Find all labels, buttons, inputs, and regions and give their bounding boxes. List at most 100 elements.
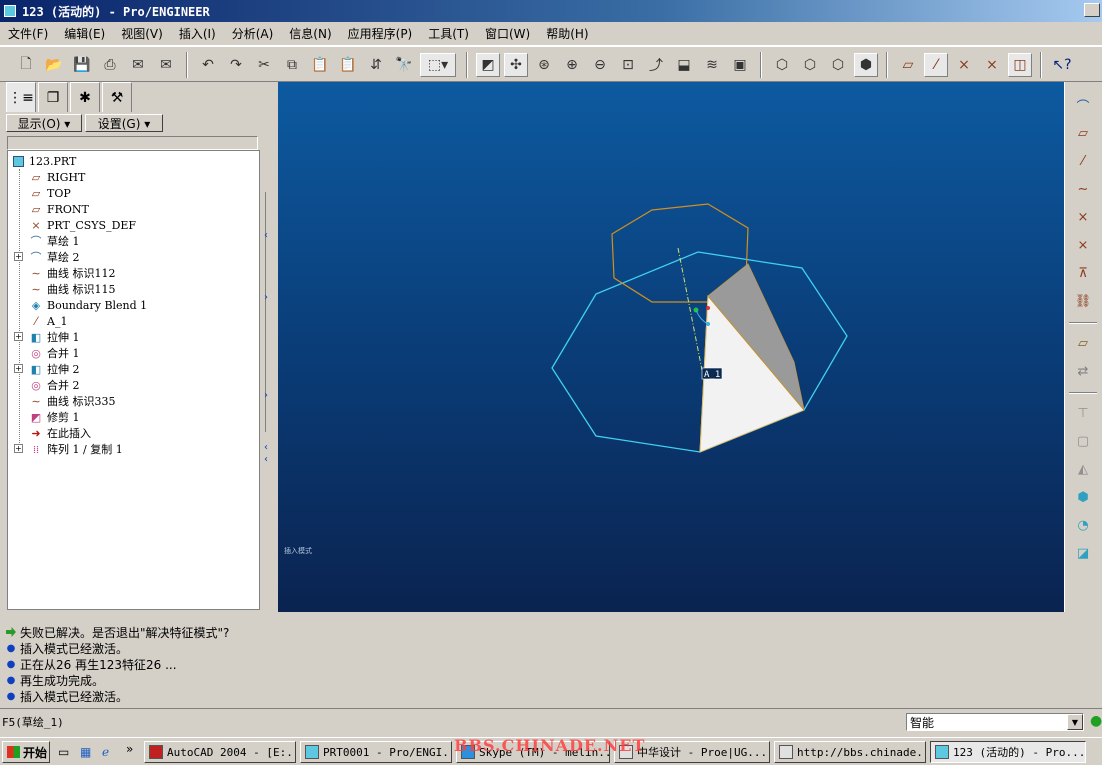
tree-item-merge-1[interactable]: ◎ 合并 1 [28, 345, 79, 361]
paste-icon[interactable]: 📋 [308, 53, 332, 77]
tree-item-curve-112[interactable]: ∼ 曲线 标识112 [28, 265, 115, 281]
tree-item-sketch-2[interactable]: ⌒ 草绘 2 [28, 249, 80, 265]
menu-analysis[interactable]: 分析(A) [232, 25, 274, 42]
no-hidden-icon[interactable]: ⬡ [826, 53, 850, 77]
task-prt0001[interactable]: PRT0001 - Pro/ENGI... [300, 741, 452, 763]
sketch-tool-icon[interactable]: ⌒ [1071, 94, 1095, 116]
task-autocad[interactable]: AutoCAD 2004 - [E:... [144, 741, 296, 763]
hidden-line-icon[interactable]: ⬡ [798, 53, 822, 77]
tree-item-curve-335[interactable]: ∼ 曲线 标识335 [28, 393, 115, 409]
datum-curve-tool-icon[interactable]: ∼ [1071, 178, 1095, 200]
save-icon[interactable]: 💾 [70, 53, 94, 77]
menu-info[interactable]: 信息(N) [289, 25, 331, 42]
selection-box-icon[interactable]: ⬚▾ [420, 53, 456, 77]
paste-special-icon[interactable]: 📋 [336, 53, 360, 77]
layers-icon[interactable]: ≋ [700, 53, 724, 77]
expand-arrow-icon[interactable]: › [264, 292, 268, 303]
expand-extrude-1[interactable]: + [14, 332, 23, 341]
datum-point-tool-icon[interactable]: × [1071, 206, 1095, 228]
selection-filter-select[interactable]: 智能 ▼ [906, 713, 1084, 731]
repaint-icon[interactable]: ◩ [476, 53, 500, 77]
datum-plane-tool-icon[interactable]: ▱ [1071, 122, 1095, 144]
show-desktop-icon[interactable]: ▭ [58, 745, 72, 759]
model-view[interactable]: A_1 [278, 82, 1064, 612]
saved-views-icon[interactable]: ⬓ [672, 53, 696, 77]
start-button[interactable]: 开始 [2, 741, 50, 763]
copy-icon[interactable]: ⧉ [280, 53, 304, 77]
task-pro-engineer-active[interactable]: 123 (活动的) - Pro... [930, 741, 1086, 763]
find-icon[interactable]: 🔭 [392, 53, 416, 77]
print-icon[interactable]: ⎙ [98, 53, 122, 77]
datum-axis-tool-icon[interactable]: ⁄ [1071, 150, 1095, 172]
menu-applications[interactable]: 应用程序(P) [348, 25, 413, 42]
minimize-button[interactable] [1084, 3, 1100, 17]
tree-item-extrude-2[interactable]: ◧ 拉伸 2 [28, 361, 80, 377]
traffic-light-icon[interactable]: ● [1090, 713, 1102, 729]
context-help-icon[interactable]: ↖? [1050, 53, 1074, 77]
analysis-tool-icon[interactable]: ⊼ [1071, 262, 1095, 284]
menu-window[interactable]: 窗口(W) [485, 25, 530, 42]
undo-icon[interactable]: ↶ [196, 53, 220, 77]
expand-arrow-icon[interactable]: › [264, 390, 268, 401]
collapse-arrow-icon[interactable]: ‹ [264, 454, 268, 465]
tree-item-extrude-1[interactable]: ◧ 拉伸 1 [28, 329, 80, 345]
collapse-arrow-icon[interactable]: ‹ [264, 230, 268, 241]
copy-tool-icon[interactable]: ⇄ [1071, 360, 1095, 382]
datum-plane-display-icon[interactable]: ▱ [896, 53, 920, 77]
datum-axis-display-icon[interactable]: ⁄ [924, 53, 948, 77]
tree-item-boundary-blend[interactable]: ◈ Boundary Blend 1 [28, 297, 147, 313]
tree-item-axis-a1[interactable]: ⁄ A_1 [28, 313, 67, 329]
menu-insert[interactable]: 插入(I) [179, 25, 216, 42]
axis-a1-line[interactable] [677, 247, 703, 371]
note-tool-icon[interactable]: ▱ [1071, 332, 1095, 354]
draft-tool-icon[interactable]: ⬢ [1071, 486, 1095, 508]
annotation-display-icon[interactable]: ◫ [1008, 53, 1032, 77]
quick-launch-icon[interactable]: ▦ [80, 745, 94, 759]
tree-item-csys[interactable]: ⨯ PRT_CSYS_DEF [28, 217, 136, 233]
datum-point-display-icon[interactable]: × [952, 53, 976, 77]
menu-view[interactable]: 视图(V) [121, 25, 163, 42]
refit-icon[interactable]: ⊡ [616, 53, 640, 77]
chevron-down-icon[interactable]: ▼ [1067, 714, 1083, 730]
new-file-icon[interactable]: 🗋 [14, 53, 38, 77]
rib-tool-icon[interactable]: ◭ [1071, 458, 1095, 480]
tree-item-trim-1[interactable]: ◩ 修剪 1 [28, 409, 80, 425]
orient-mode-icon[interactable]: ⊛ [532, 53, 556, 77]
menu-help[interactable]: 帮助(H) [546, 25, 588, 42]
tree-item-front[interactable]: ▱ FRONT [28, 201, 89, 217]
csys-display-icon[interactable]: ⨯ [980, 53, 1004, 77]
model-tree-tab-icon[interactable]: ⋮≡ [6, 82, 36, 112]
expand-sketch-2[interactable]: + [14, 252, 23, 261]
connections-tab-icon[interactable]: ⚒ [102, 82, 132, 112]
tree-item-merge-2[interactable]: ◎ 合并 2 [28, 377, 79, 393]
tree-item-curve-115[interactable]: ∼ 曲线 标识115 [28, 281, 115, 297]
zoom-in-icon[interactable]: ⊕ [560, 53, 584, 77]
tree-filter-field[interactable] [7, 136, 258, 150]
reorient-icon[interactable]: ⤴ [644, 53, 668, 77]
graphics-viewport[interactable]: A_1 插入模式 [278, 82, 1064, 612]
redo-icon[interactable]: ↷ [224, 53, 248, 77]
tree-item-pattern-1[interactable]: ⁞⁞ 阵列 1 / 复制 1 [28, 441, 123, 457]
tree-item-right[interactable]: ▱ RIGHT [28, 169, 86, 185]
chamfer-tool-icon[interactable]: ◪ [1071, 542, 1095, 564]
hole-tool-icon[interactable]: ⊤ [1071, 402, 1095, 424]
view-manager-icon[interactable]: ▣ [728, 53, 752, 77]
folder-browser-tab-icon[interactable]: ❐ [38, 82, 68, 112]
expand-pattern-1[interactable]: + [14, 444, 23, 453]
menu-edit[interactable]: 编辑(E) [64, 25, 105, 42]
regenerate-icon[interactable]: ⇵ [364, 53, 388, 77]
tree-item-sketch-1[interactable]: ⌒ 草绘 1 [28, 233, 80, 249]
tree-item-top[interactable]: ▱ TOP [28, 185, 71, 201]
spin-center-icon[interactable]: ✣ [504, 53, 528, 77]
tree-item-insert-here[interactable]: ➜ 在此插入 [28, 425, 91, 441]
panel-splitter[interactable]: ‹ › › ‹ ‹ [264, 82, 278, 612]
menu-tools[interactable]: 工具(T) [428, 25, 469, 42]
wireframe-icon[interactable]: ⬡ [770, 53, 794, 77]
more-quick-launch-icon[interactable]: » [126, 742, 140, 756]
zoom-out-icon[interactable]: ⊖ [588, 53, 612, 77]
round-tool-icon[interactable]: ◔ [1071, 514, 1095, 536]
task-browser[interactable]: http://bbs.chinade... [774, 741, 926, 763]
tree-item-part[interactable]: 123.PRT [10, 153, 76, 169]
offset-datum-tool-icon[interactable]: ⛓ [1071, 290, 1095, 312]
cut-icon[interactable]: ✂ [252, 53, 276, 77]
